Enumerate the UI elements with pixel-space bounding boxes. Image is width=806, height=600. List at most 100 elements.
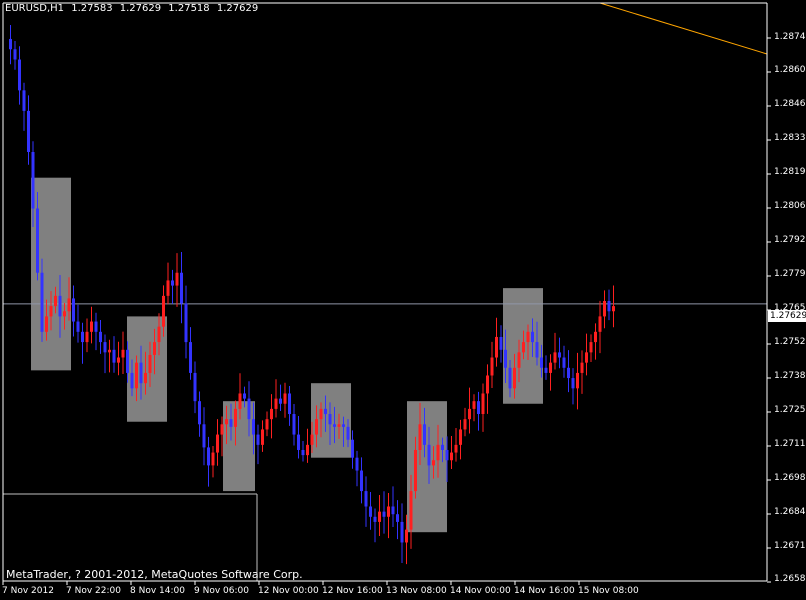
- price-tick: 1.26580: [774, 574, 806, 584]
- open-value: 1.27583: [71, 3, 113, 14]
- candle: [585, 333, 588, 376]
- candle: [103, 334, 107, 374]
- candle: [22, 82, 26, 131]
- candle: [598, 300, 602, 354]
- candle: [265, 411, 269, 437]
- price-tick: 1.26710: [774, 541, 806, 551]
- candle: [283, 382, 287, 418]
- candle: [486, 364, 489, 414]
- candle: [207, 436, 210, 487]
- price-tick: 1.28195: [774, 167, 806, 177]
- candle: [184, 285, 188, 359]
- candle: [99, 319, 102, 354]
- candle: [121, 331, 125, 374]
- candle: [400, 503, 404, 563]
- close-value: 1.27629: [216, 3, 259, 14]
- low-value: 1.27518: [168, 3, 210, 14]
- time-tick: 7 Nov 22:00: [66, 586, 121, 596]
- candle: [382, 491, 386, 534]
- candle: [85, 318, 89, 353]
- candle: [603, 290, 606, 329]
- candle: [27, 95, 30, 165]
- candle: [490, 341, 494, 389]
- price-tick: 1.28330: [774, 133, 806, 143]
- time-tick: 12 Nov 00:00: [258, 586, 319, 596]
- candle: [355, 450, 359, 487]
- candle: [450, 435, 453, 470]
- price-tick: 1.27520: [774, 337, 806, 347]
- candle: [468, 387, 471, 434]
- candle: [9, 24, 12, 65]
- candle: [166, 262, 170, 305]
- candle: [576, 352, 579, 410]
- candle: [499, 325, 503, 363]
- candle: [454, 427, 458, 462]
- time-tick: 9 Nov 06:00: [194, 586, 249, 596]
- candle: [202, 407, 206, 466]
- candle: [72, 285, 75, 337]
- price-tick: 1.28600: [774, 65, 806, 75]
- price-tick: 1.27385: [774, 371, 806, 381]
- candle: [373, 508, 377, 543]
- candle: [112, 336, 116, 373]
- candle: [558, 337, 561, 369]
- candle: [594, 323, 597, 360]
- price-chart[interactable]: [0, 0, 806, 600]
- symbol-label: EURUSD,H1: [5, 3, 65, 14]
- candle: [589, 334, 593, 363]
- time-tick: 14 Nov 16:00: [514, 586, 575, 596]
- price-tick: 1.26845: [774, 507, 806, 517]
- candle: [216, 419, 219, 466]
- candle: [76, 304, 80, 343]
- candle: [562, 345, 566, 378]
- chart-window[interactable]: EURUSD,H1 1.27583 1.27629 1.27518 1.2762…: [0, 0, 806, 600]
- price-tick: 1.28060: [774, 201, 806, 211]
- chart-header: EURUSD,H1 1.27583 1.27629 1.27518 1.2762…: [5, 3, 262, 14]
- rectangle-object[interactable]: [407, 401, 447, 533]
- candle: [171, 269, 174, 304]
- price-tick: 1.27790: [774, 269, 806, 279]
- candle: [193, 361, 197, 414]
- trendline-object[interactable]: [599, 2, 768, 55]
- rectangle-object[interactable]: [127, 316, 167, 422]
- candle: [364, 476, 368, 527]
- candle: [567, 350, 570, 393]
- high-value: 1.27629: [119, 3, 162, 14]
- candle: [175, 253, 179, 307]
- price-tick: 1.27115: [774, 439, 806, 449]
- candle: [261, 420, 264, 452]
- candle: [81, 322, 84, 364]
- candle: [306, 428, 309, 463]
- candle: [387, 493, 390, 539]
- candle: [369, 491, 372, 530]
- time-tick: 13 Nov 08:00: [386, 586, 447, 596]
- candle: [580, 350, 584, 394]
- price-tick: 1.28465: [774, 99, 806, 109]
- time-tick: 14 Nov 00:00: [450, 586, 511, 596]
- candle: [544, 355, 548, 380]
- time-tick: 15 Nov 08:00: [578, 586, 639, 596]
- candle: [274, 379, 278, 418]
- candle: [481, 383, 485, 432]
- candle: [459, 419, 462, 460]
- candle: [90, 306, 93, 344]
- candle: [549, 354, 552, 391]
- candle: [297, 415, 300, 459]
- candle: [270, 394, 273, 439]
- candle: [256, 424, 260, 465]
- candle: [495, 317, 498, 367]
- candle: [612, 285, 615, 328]
- candle: [292, 404, 296, 446]
- candle: [94, 312, 98, 351]
- candle: [279, 384, 282, 411]
- candle: [378, 495, 381, 537]
- copyright-text: MetaTrader, ? 2001-2012, MetaQuotes Soft…: [6, 568, 303, 581]
- candle: [351, 430, 354, 469]
- candle: [211, 446, 215, 478]
- candle: [360, 457, 363, 504]
- candle: [301, 441, 305, 462]
- time-tick: 7 Nov 2012: [2, 586, 54, 596]
- time-tick: 8 Nov 14:00: [130, 586, 185, 596]
- candle: [571, 368, 575, 405]
- candle: [472, 394, 476, 422]
